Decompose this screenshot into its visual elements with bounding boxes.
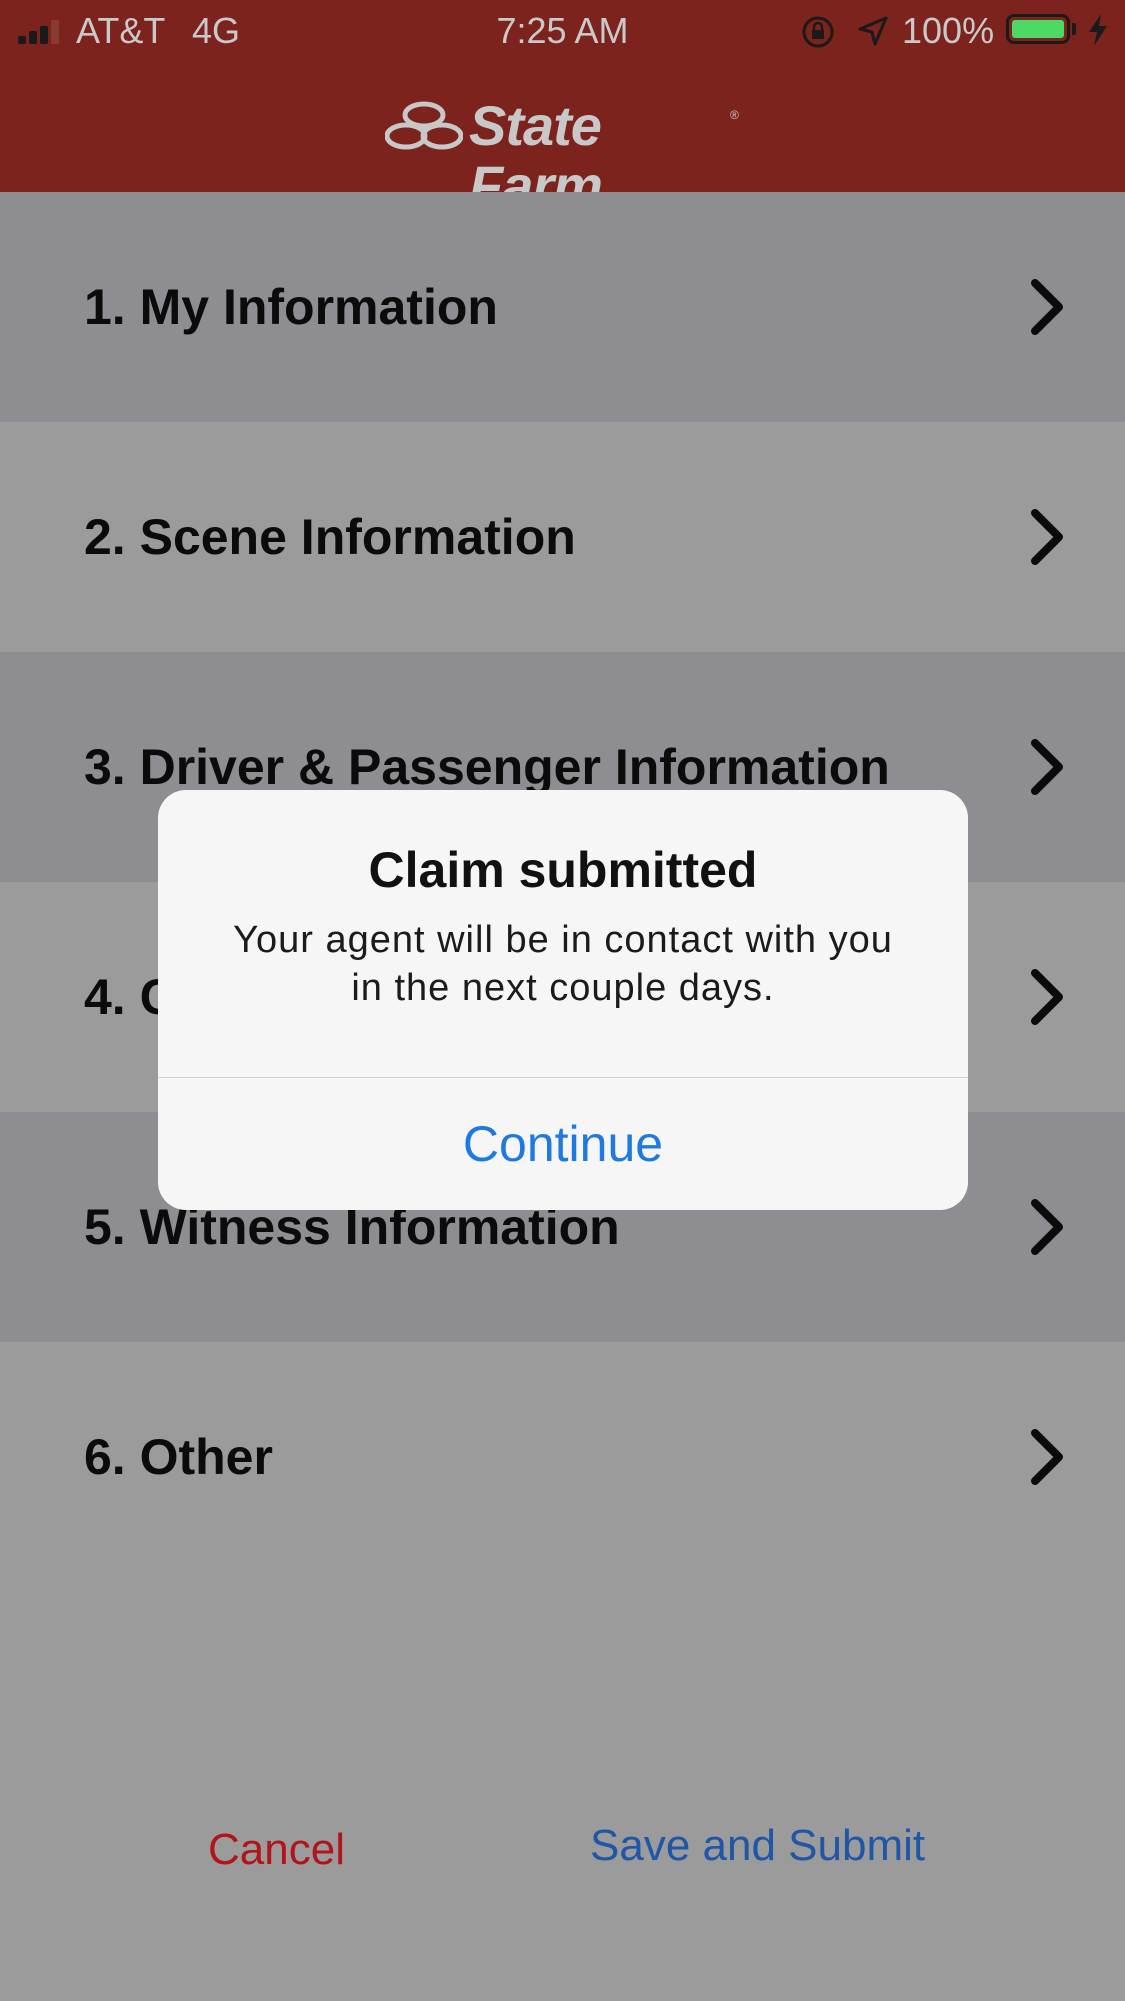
chevron-right-icon [1031,509,1063,565]
alert-message: Your agent will be in contact with you i… [233,919,893,1009]
claim-submitted-alert: Claim submitted Your agent will be in co… [158,790,968,1210]
chevron-right-icon [1031,279,1063,335]
state-farm-logo: State Farm ® [385,96,745,216]
chevron-right-icon [1031,739,1063,795]
battery-percent: 100% [902,10,995,51]
three-ovals-logo-icon [385,101,463,150]
section-label: 1. My Information [84,279,498,335]
continue-button[interactable]: Continue [158,1078,968,1210]
section-my-information[interactable]: 1. My Information [0,192,1125,422]
chevron-right-icon [1031,1429,1063,1485]
battery-icon [1006,14,1070,44]
section-scene-information[interactable]: 2. Scene Information [0,422,1125,652]
chevron-right-icon [1031,969,1063,1025]
app-header: AT&T 4G 7:25 AM 100% State Farm ® [0,0,1125,216]
status-bar: AT&T 4G 7:25 AM 100% [0,0,1125,62]
battery-level-fill [1012,20,1064,38]
cancel-button[interactable]: Cancel [208,1820,345,1880]
alert-title: Claim submitted [368,842,758,898]
registered-mark: ® [730,108,739,122]
orientation-lock-icon [802,16,834,48]
location-icon [858,16,888,46]
save-and-submit-button[interactable]: Save and Submit [590,1816,925,1876]
section-label: 2. Scene Information [84,509,576,565]
section-label: 6. Other [84,1429,273,1485]
charging-bolt-icon [1089,14,1107,46]
section-other[interactable]: 6. Other [0,1342,1125,1572]
chevron-right-icon [1031,1199,1063,1255]
battery-cap [1072,23,1076,35]
